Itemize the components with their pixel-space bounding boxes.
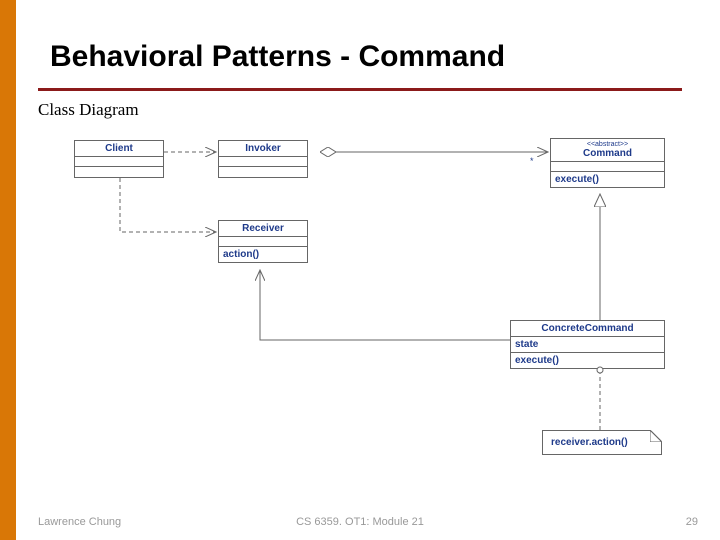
note-fold-icon xyxy=(650,430,662,442)
class-client-ops xyxy=(75,167,163,177)
class-invoker-ops xyxy=(219,167,307,177)
class-client: Client xyxy=(74,140,164,178)
class-invoker-name: Invoker xyxy=(219,141,307,157)
class-invoker-attrs xyxy=(219,157,307,167)
slide-subtitle: Class Diagram xyxy=(38,100,139,120)
class-invoker: Invoker xyxy=(218,140,308,178)
slide-title: Behavioral Patterns - Command xyxy=(50,40,505,74)
class-command-name: Command xyxy=(583,148,632,159)
note-text: receiver.action() xyxy=(551,437,628,448)
accent-sidebar xyxy=(0,0,16,540)
connectors: Command aggregation --> Receiver associa… xyxy=(0,0,720,540)
class-client-name: Client xyxy=(75,141,163,157)
class-receiver-name: Receiver xyxy=(219,221,307,237)
note-receiver-action: receiver.action() xyxy=(542,430,662,455)
multiplicity-star: * xyxy=(530,156,534,166)
title-underline xyxy=(38,88,682,91)
class-concrete: ConcreteCommand state execute() xyxy=(510,320,665,369)
class-command-stereo: <<abstract>> xyxy=(554,141,661,148)
class-command-attrs xyxy=(551,162,664,172)
footer-course: CS 6359. OT1: Module 21 xyxy=(0,516,720,528)
class-client-attrs xyxy=(75,157,163,167)
class-concrete-attr: state xyxy=(511,337,664,353)
class-concrete-op: execute() xyxy=(511,353,664,368)
class-command-op: execute() xyxy=(551,172,664,187)
class-receiver: Receiver action() xyxy=(218,220,308,263)
class-command-head: <<abstract>> Command xyxy=(551,139,664,162)
class-concrete-name: ConcreteCommand xyxy=(511,321,664,337)
class-receiver-attrs xyxy=(219,237,307,247)
class-command: <<abstract>> Command execute() xyxy=(550,138,665,188)
class-receiver-op: action() xyxy=(219,247,307,262)
footer-page: 29 xyxy=(686,516,698,528)
